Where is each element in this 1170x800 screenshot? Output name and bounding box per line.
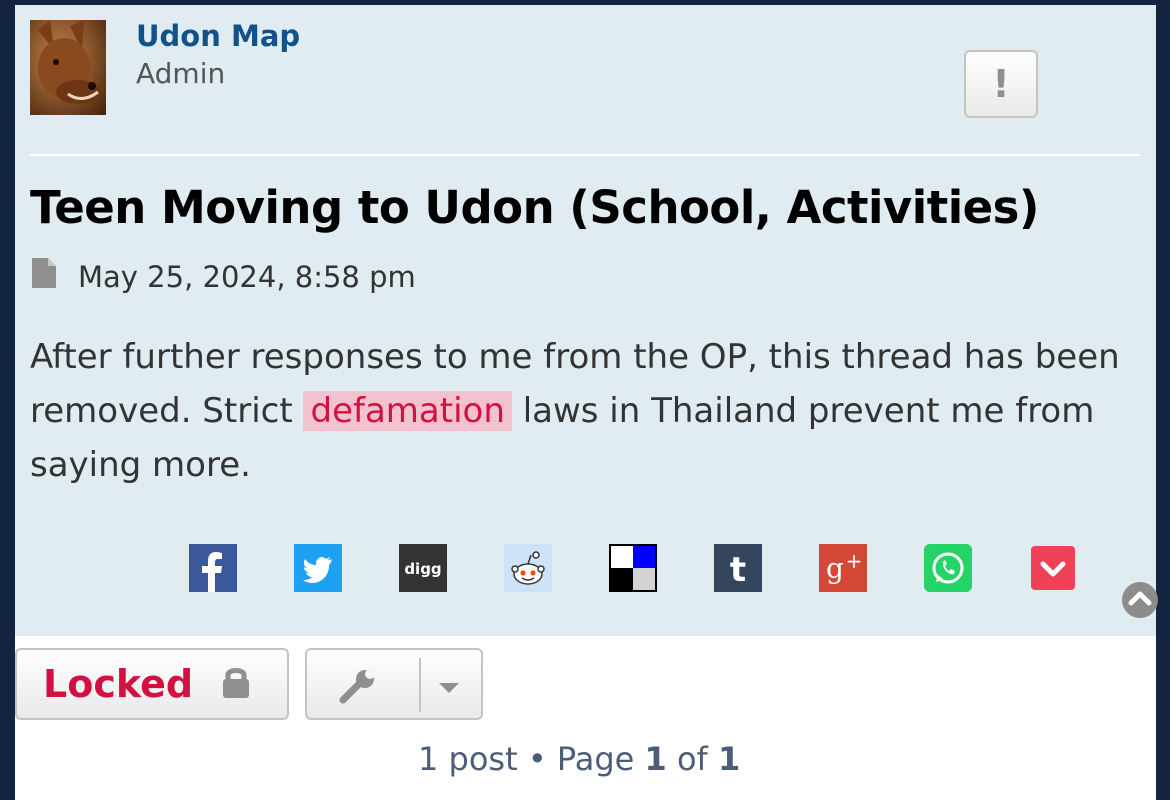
delicious-icon [609,544,657,592]
share-facebook-button[interactable] [189,544,237,592]
share-twitter-button[interactable] [294,544,342,592]
share-pocket-button[interactable] [1029,544,1077,592]
caret-down-icon [437,680,461,699]
share-whatsapp-button[interactable] [924,544,972,592]
button-separator [419,658,421,712]
svg-text:digg: digg [404,560,441,578]
svg-text:+: + [846,549,863,573]
svg-text:g: g [826,552,844,585]
avatar[interactable] [30,20,106,115]
share-google-plus-button[interactable]: g + [819,544,867,592]
post-panel: Udon Map Admin ! Teen Moving to Udon (Sc… [15,5,1158,636]
author-rank: Admin [136,57,226,90]
page-word: Page [556,740,635,778]
author-name[interactable]: Udon Map [136,19,300,53]
svg-text:t: t [730,550,746,590]
chevron-up-icon [1128,591,1152,606]
facebook-icon [189,544,237,592]
wrench-icon [339,668,379,708]
of-word: of [676,740,708,778]
pocket-icon [1031,546,1075,590]
share-digg-button[interactable]: digg [399,544,447,592]
whatsapp-icon [924,544,972,592]
post-title[interactable]: Teen Moving to Udon (School, Activities) [30,181,1040,234]
locked-label: Locked [43,662,194,706]
digg-icon: digg [399,544,447,592]
lock-icon [221,665,251,703]
share-delicious-button[interactable] [609,544,657,592]
action-bar: Locked 1 post • Page 1 of 1 [15,636,1156,800]
pagination: 1 post • Page 1 of 1 [418,740,740,778]
post-date: May 25, 2024, 8:58 pm [78,259,416,294]
post-body: After further responses to me from the O… [30,330,1140,492]
report-label: ! [992,62,1010,106]
document-icon[interactable] [30,257,58,296]
divider [30,154,1140,156]
google-plus-icon: g + [819,544,867,592]
share-reddit-button[interactable] [504,544,552,592]
bullet-separator: • [527,740,547,778]
twitter-icon [294,544,342,592]
share-tumblr-button[interactable]: t [714,544,762,592]
reddit-icon [504,544,552,592]
report-button[interactable]: ! [964,50,1038,118]
scroll-to-top-button[interactable] [1122,582,1158,618]
post-count: 1 post [418,740,518,778]
topic-tools-button[interactable] [305,648,483,720]
current-page: 1 [644,740,667,778]
total-pages: 1 [717,740,741,778]
locked-button[interactable]: Locked [15,648,289,720]
post-meta: May 25, 2024, 8:58 pm [30,257,416,296]
highlighted-keyword[interactable]: defamation [303,391,512,431]
tumblr-icon: t [714,544,762,592]
